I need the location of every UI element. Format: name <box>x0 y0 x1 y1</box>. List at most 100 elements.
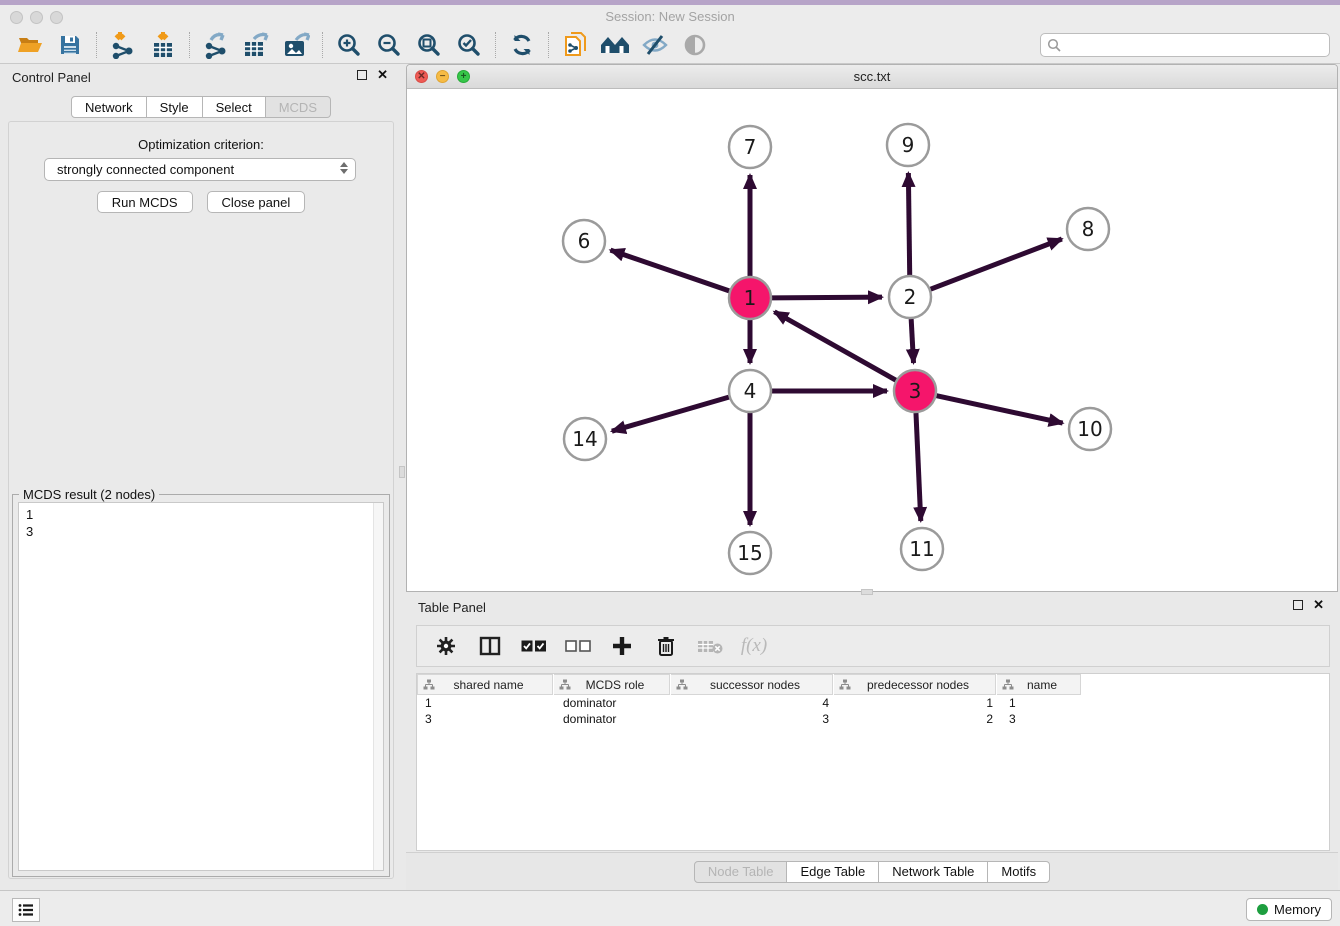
close-panel-button[interactable]: Close panel <box>207 191 306 213</box>
zoom-selected-button[interactable] <box>449 29 489 61</box>
tab-network[interactable]: Network <box>71 96 147 118</box>
graph-node-label: 14 <box>572 427 597 451</box>
graph-node-15[interactable]: 15 <box>729 532 771 574</box>
graph-node-9[interactable]: 9 <box>887 124 929 166</box>
open-session-button[interactable] <box>10 29 50 61</box>
tab-mcds[interactable]: MCDS <box>266 96 331 118</box>
task-history-button[interactable] <box>12 898 40 922</box>
export-table-icon <box>242 31 270 59</box>
apply-function-button[interactable]: f(x) <box>739 631 769 661</box>
network-view-titlebar[interactable]: ✕ − + scc.txt <box>407 65 1337 89</box>
graph-edge-4-14[interactable] <box>612 397 729 431</box>
import-table-button[interactable] <box>143 29 183 61</box>
graph-node-4[interactable]: 4 <box>729 370 771 412</box>
column-header-shared-name[interactable]: shared name <box>417 674 553 695</box>
close-panel-icon[interactable]: ✕ <box>377 70 388 80</box>
column-header-successor-nodes[interactable]: successor nodes <box>671 674 833 695</box>
node-table[interactable]: shared nameMCDS rolesuccessor nodes prede… <box>416 673 1330 851</box>
tab-network-table[interactable]: Network Table <box>879 861 988 883</box>
graph-node-6[interactable]: 6 <box>563 220 605 262</box>
delete-column-button[interactable] <box>651 631 681 661</box>
tab-node-table[interactable]: Node Table <box>694 861 788 883</box>
column-header-MCDS-role[interactable]: MCDS role <box>554 674 670 695</box>
select-all-rows-button[interactable] <box>519 631 549 661</box>
tab-motifs[interactable]: Motifs <box>988 861 1050 883</box>
unchecked-boxes-icon <box>565 640 591 653</box>
graph-edge-2-3[interactable] <box>911 319 913 363</box>
table-row[interactable]: 1dominator411 <box>417 695 1329 711</box>
memory-button[interactable]: Memory <box>1246 898 1332 921</box>
table-cell: 1 <box>837 695 1001 711</box>
table-tabbar: Node TableEdge TableNetwork TableMotifs <box>694 861 1050 883</box>
graph-edge-1-2[interactable] <box>772 297 882 298</box>
close-panel-icon[interactable]: ✕ <box>1313 600 1324 610</box>
graph-node-11[interactable]: 11 <box>901 528 943 570</box>
graph-edge-3-11[interactable] <box>916 413 921 521</box>
first-neighbors-button[interactable] <box>595 29 635 61</box>
network-canvas[interactable]: 7 9 6 8 1 2 4 3 14 10 15 11 <box>408 89 1336 591</box>
graph-edge-1-6[interactable] <box>610 250 729 291</box>
save-icon <box>58 33 82 57</box>
export-network-button[interactable] <box>196 29 236 61</box>
table-panel-title: Table Panel <box>418 600 486 615</box>
tab-style[interactable]: Style <box>147 96 203 118</box>
graph-node-7[interactable]: 7 <box>729 126 771 168</box>
graph-node-14[interactable]: 14 <box>564 418 606 460</box>
graph-node-label: 8 <box>1082 217 1095 241</box>
column-header-predecessor-nodes[interactable]: predecessor nodes <box>834 674 996 695</box>
zoom-selected-icon <box>456 32 482 58</box>
new-network-from-selection-button[interactable] <box>555 29 595 61</box>
optimization-criterion-value: strongly connected component <box>57 162 234 177</box>
graph-node-10[interactable]: 10 <box>1069 408 1111 450</box>
column-header-label: predecessor nodes <box>851 678 995 692</box>
zoom-fit-button[interactable] <box>409 29 449 61</box>
add-column-button[interactable] <box>607 631 637 661</box>
result-scrollbar[interactable] <box>373 503 383 870</box>
zoom-out-button[interactable] <box>369 29 409 61</box>
search-icon <box>1047 38 1062 53</box>
zoom-in-button[interactable] <box>329 29 369 61</box>
toolbar-separator <box>495 32 496 58</box>
run-mcds-button[interactable]: Run MCDS <box>97 191 193 213</box>
tab-select[interactable]: Select <box>203 96 266 118</box>
export-image-button[interactable] <box>276 29 316 61</box>
graph-edge-2-9[interactable] <box>908 173 909 275</box>
float-panel-icon[interactable] <box>1293 600 1303 610</box>
node-table-header: shared nameMCDS rolesuccessor nodes prede… <box>417 674 1329 695</box>
graph-edge-2-8[interactable] <box>931 239 1062 289</box>
export-table-button[interactable] <box>236 29 276 61</box>
column-header-label: shared name <box>435 678 552 692</box>
node-table-body: 1dominator4113dominator323 <box>417 695 1329 727</box>
split-columns-button[interactable] <box>475 631 505 661</box>
graph-node-1[interactable]: 1 <box>729 277 771 319</box>
delete-table-button[interactable] <box>695 631 725 661</box>
vertical-splitter-handle[interactable] <box>399 466 405 478</box>
graph-node-label: 1 <box>744 286 757 310</box>
save-session-button[interactable] <box>50 29 90 61</box>
import-network-button[interactable] <box>103 29 143 61</box>
show-all-button[interactable] <box>675 29 715 61</box>
table-cell: 2 <box>837 711 1001 727</box>
mcds-result-list[interactable]: 13 <box>18 502 384 871</box>
hierarchy-icon <box>839 679 851 690</box>
table-row[interactable]: 3dominator323 <box>417 711 1329 727</box>
deselect-all-rows-button[interactable] <box>563 631 593 661</box>
table-settings-button[interactable] <box>431 631 461 661</box>
graph-node-3[interactable]: 3 <box>894 370 936 412</box>
hide-selected-button[interactable] <box>635 29 675 61</box>
column-header-label: name <box>1014 678 1080 692</box>
graph-node-2[interactable]: 2 <box>889 276 931 318</box>
table-panel: Table Panel ✕ <box>406 594 1338 890</box>
tab-edge-table[interactable]: Edge Table <box>787 861 879 883</box>
refresh-button[interactable] <box>502 29 542 61</box>
graph-edge-3-10[interactable] <box>936 396 1062 423</box>
graph-node-label: 15 <box>737 541 762 565</box>
memory-status-icon <box>1257 904 1268 915</box>
float-panel-icon[interactable] <box>357 70 367 80</box>
search-input[interactable] <box>1040 33 1330 57</box>
graph-node-8[interactable]: 8 <box>1067 208 1109 250</box>
graph-edge-3-1[interactable] <box>774 312 895 380</box>
optimization-criterion-select[interactable]: strongly connected component <box>44 158 356 181</box>
memory-label: Memory <box>1274 902 1321 917</box>
column-header-name[interactable]: name <box>997 674 1081 695</box>
